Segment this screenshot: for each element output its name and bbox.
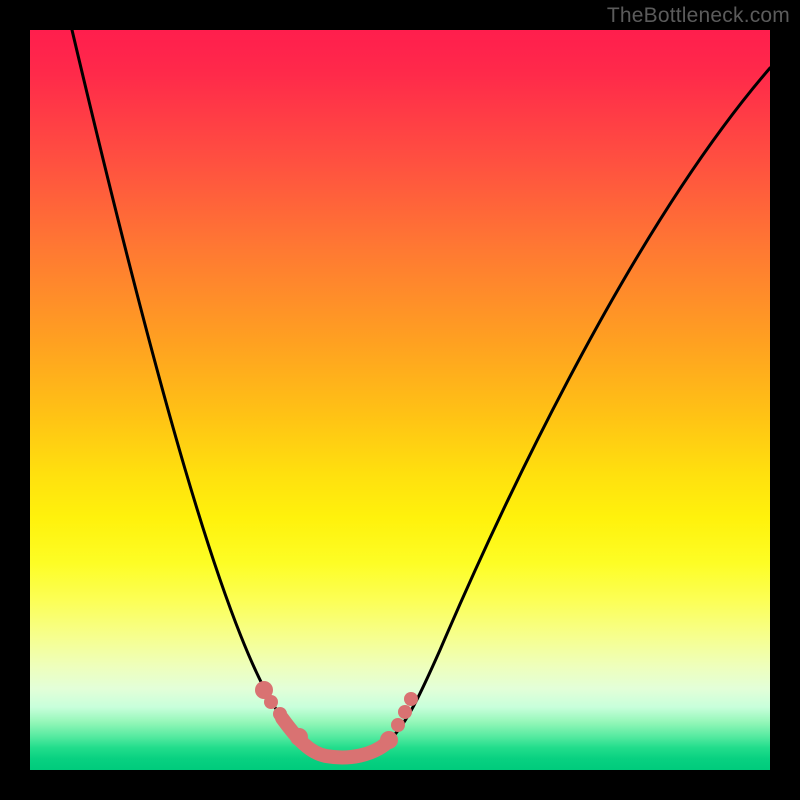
bottleneck-curve (72, 30, 770, 757)
marker-dot (398, 705, 412, 719)
curve-layer (30, 30, 770, 770)
marker-dot (273, 707, 287, 721)
marker-dot (264, 695, 278, 709)
marker-dot (404, 692, 418, 706)
marker-dot (290, 728, 308, 746)
marker-dot (380, 731, 398, 749)
marker-dot (391, 718, 405, 732)
chart-frame: TheBottleneck.com (0, 0, 800, 800)
plot-area (30, 30, 770, 770)
watermark-text: TheBottleneck.com (607, 4, 790, 28)
